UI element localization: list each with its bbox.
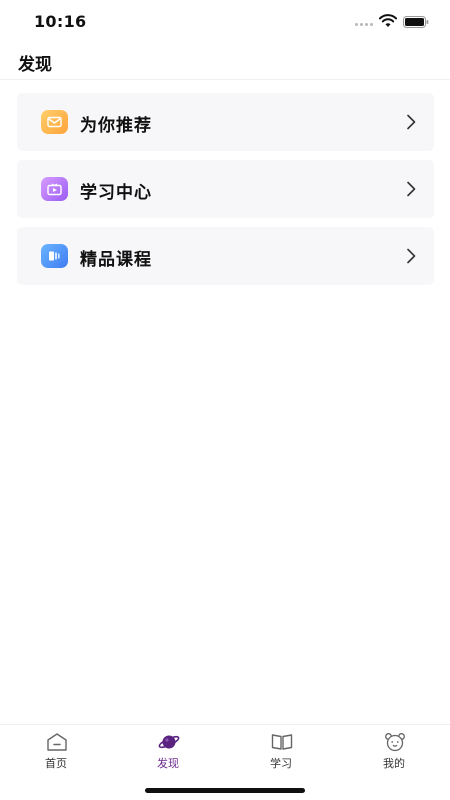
menu-item-label: 学习中心: [80, 183, 152, 203]
tab-label: 学习: [270, 757, 292, 770]
chevron-right-icon: [407, 181, 416, 197]
home-icon: [47, 733, 67, 751]
video-play-icon: [41, 177, 68, 201]
status-bar: 10:16: [0, 0, 450, 44]
menu-item-label: 精品课程: [80, 250, 152, 270]
tab-home[interactable]: 首页: [0, 725, 112, 775]
wifi-icon: [379, 14, 397, 27]
bear-face-icon: [385, 733, 405, 752]
tab-discover[interactable]: 发现: [112, 725, 224, 775]
home-indicator[interactable]: [145, 788, 305, 793]
status-time: 10:16: [34, 12, 87, 31]
menu-item-study-center[interactable]: 学习中心: [17, 160, 434, 218]
navigation-header: 发现: [0, 44, 450, 80]
open-book-icon: [271, 734, 293, 750]
chevron-right-icon: [407, 114, 416, 130]
cellular-signal-icon: [355, 23, 373, 26]
battery-icon: [403, 16, 429, 28]
book-icon: [41, 244, 68, 268]
planet-icon: [158, 735, 180, 749]
tab-label: 我的: [383, 757, 405, 770]
tab-label: 首页: [45, 757, 67, 770]
menu-item-recommend[interactable]: 为你推荐: [17, 93, 434, 151]
envelope-icon: [41, 110, 68, 134]
chevron-right-icon: [407, 248, 416, 264]
menu-item-premium-courses[interactable]: 精品课程: [17, 227, 434, 285]
tab-mine[interactable]: 我的: [338, 725, 450, 775]
menu-list: 为你推荐 学习中心 精品课程: [17, 93, 434, 294]
menu-item-label: 为你推荐: [80, 116, 152, 136]
tab-study[interactable]: 学习: [225, 725, 337, 775]
page-title: 发现: [18, 55, 52, 75]
tab-label: 发现: [157, 757, 179, 770]
